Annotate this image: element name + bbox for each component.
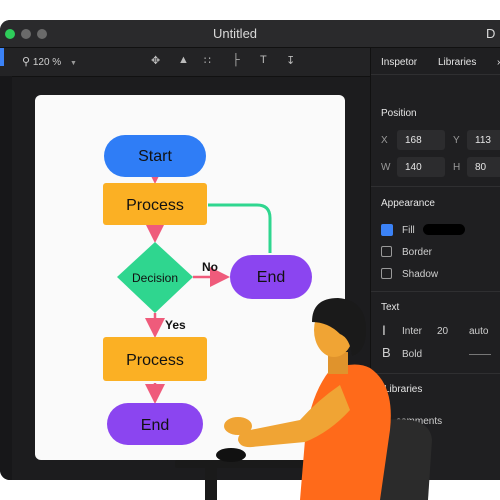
person-illustration — [175, 298, 432, 500]
mouse — [216, 448, 246, 462]
person-hand — [224, 417, 252, 435]
desk-leg — [205, 468, 217, 500]
